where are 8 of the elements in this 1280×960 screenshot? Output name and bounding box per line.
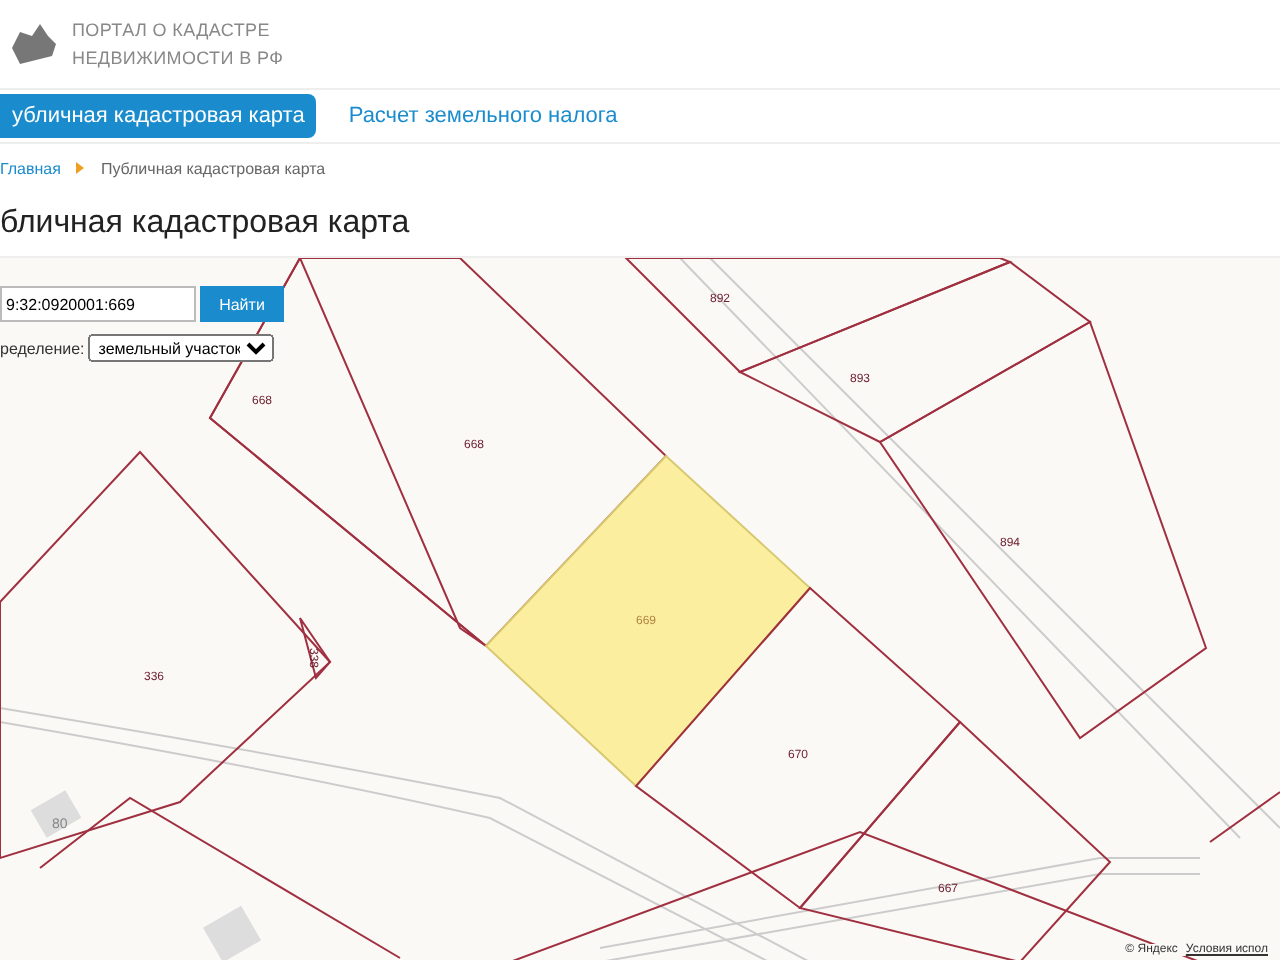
cadastral-number-field[interactable]: 9:32:0920001:669 [0,286,196,322]
definition-label: ределение: [0,339,85,357]
nav-tab[interactable]: Расчет земельного налога [336,94,630,138]
breadcrumb-link[interactable]: Публичная кадастровая карта [100,159,326,177]
search-button[interactable]: Найти [200,286,284,322]
nav-tab[interactable]: убличная кадастровая карта [0,94,317,138]
portal-logo-text: ПОРТАЛ О КАДАСТРЕ НЕДВИЖИМОСТИ В РФ [72,18,284,72]
breadcrumb-link[interactable]: Главная [0,159,61,177]
